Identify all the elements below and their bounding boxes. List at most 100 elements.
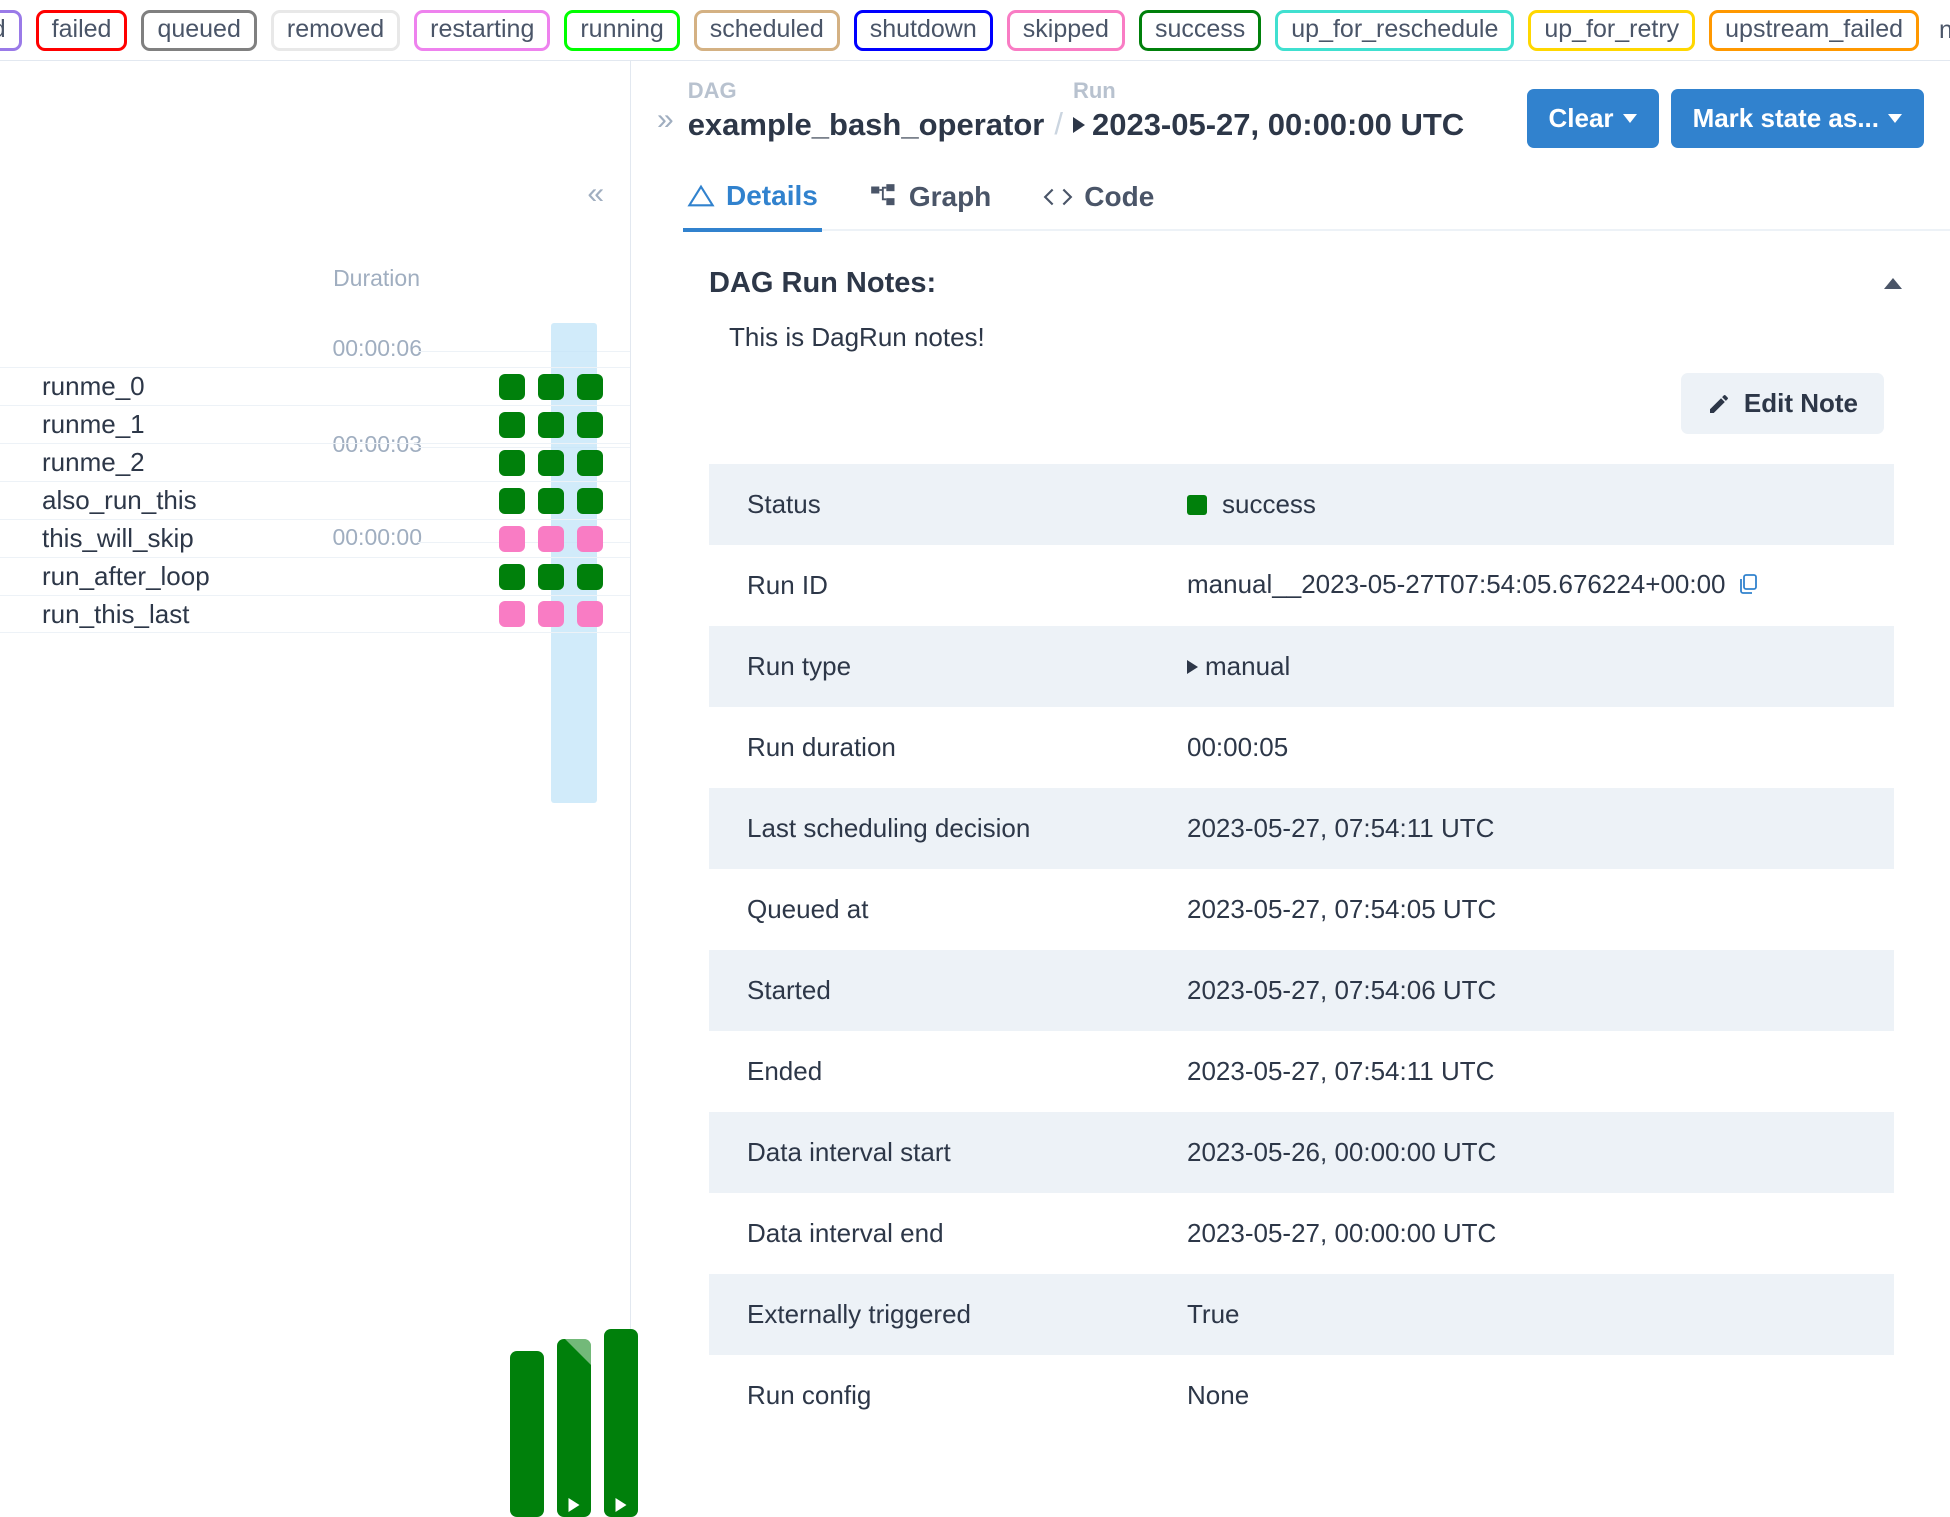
tab-details[interactable]: Details bbox=[683, 174, 822, 232]
dag-caption: DAG bbox=[687, 78, 737, 103]
details-value: 2023-05-27, 07:54:06 UTC bbox=[1187, 975, 1497, 1005]
tab-label: Code bbox=[1084, 180, 1155, 212]
task-instance-success[interactable] bbox=[538, 373, 564, 400]
chevron-up-icon[interactable] bbox=[1884, 278, 1902, 289]
details-row: Run type manual bbox=[709, 626, 1894, 707]
details-key: Last scheduling decision bbox=[747, 813, 1031, 843]
task-row[interactable]: runme_1 bbox=[0, 405, 630, 443]
legend-badge-failed[interactable]: failed bbox=[35, 9, 128, 51]
legend-badge-removed[interactable]: removed bbox=[270, 9, 401, 51]
details-row: Externally triggered True bbox=[709, 1274, 1894, 1355]
run-id-text: manual__2023-05-27T07:54:05.676224+00:00 bbox=[1187, 568, 1726, 599]
duration-bars bbox=[510, 1317, 638, 1517]
run-type-arrow-icon bbox=[1187, 660, 1198, 674]
legend-badge-upstream_failed[interactable]: upstream_failed bbox=[1709, 9, 1920, 51]
task-row[interactable]: also_run_this bbox=[0, 481, 630, 519]
task-instance-skipped[interactable] bbox=[538, 601, 564, 627]
details-row: Last scheduling decision 2023-05-27, 07:5… bbox=[709, 788, 1894, 869]
task-instance-success[interactable] bbox=[577, 449, 603, 476]
legend-badge-up_for_retry[interactable]: up_for_retry bbox=[1528, 9, 1696, 51]
mark-state-button-label: Mark state as... bbox=[1692, 103, 1879, 133]
tab-code[interactable]: Code bbox=[1039, 174, 1158, 229]
duration-bar-column[interactable] bbox=[604, 1317, 638, 1517]
details-value: 00:00:05 bbox=[1187, 732, 1289, 762]
duration-chart: Duration 00:00:06 00:00:03 00:00:00 bbox=[0, 83, 630, 550]
play-triangle-icon bbox=[568, 1498, 580, 1512]
notes-title: DAG Run Notes: bbox=[709, 267, 937, 299]
breadcrumb-dag[interactable]: DAG example_bash_operator bbox=[688, 77, 1045, 144]
details-row: Run config None bbox=[709, 1355, 1894, 1436]
play-triangle-icon bbox=[615, 1498, 627, 1512]
tab-label: Graph bbox=[908, 180, 992, 212]
details-value: success bbox=[1149, 464, 1894, 545]
legend-badge-deferred[interactable]: deferred bbox=[0, 9, 22, 51]
legend-badge-shutdown[interactable]: shutdown bbox=[853, 9, 993, 51]
notes-body: This is DagRun notes! bbox=[729, 322, 985, 352]
duration-bar[interactable] bbox=[557, 1338, 591, 1517]
task-instance-success[interactable] bbox=[538, 487, 564, 514]
task-instance-success[interactable] bbox=[499, 411, 525, 438]
legend-badge-scheduled[interactable]: scheduled bbox=[693, 9, 840, 51]
duration-bar[interactable] bbox=[510, 1351, 544, 1517]
task-instance-success[interactable] bbox=[499, 563, 525, 590]
dag-name: example_bash_operator bbox=[687, 106, 1045, 142]
legend-badge-restarting[interactable]: restarting bbox=[414, 9, 551, 51]
task-instance-success[interactable] bbox=[499, 487, 525, 514]
task-instance-success[interactable] bbox=[538, 449, 564, 476]
breadcrumb-run[interactable]: Run 2023-05-27, 00:00:00 UTC bbox=[1072, 77, 1464, 144]
legend-badge-running[interactable]: running bbox=[564, 9, 680, 51]
details-row: Queued at 2023-05-27, 07:54:05 UTC bbox=[709, 869, 1894, 950]
duration-bar-column[interactable] bbox=[510, 1317, 544, 1517]
run-caption: Run bbox=[1072, 78, 1116, 103]
grid-panel: « Duration 00:00:06 00:00:03 00:00:00 ru… bbox=[0, 61, 638, 1517]
task-instance-skipped[interactable] bbox=[499, 525, 525, 552]
task-row[interactable]: this_will_skip bbox=[0, 519, 630, 557]
task-instance-success[interactable] bbox=[538, 563, 564, 590]
duration-bar-column[interactable] bbox=[557, 1317, 591, 1517]
details-key: Queued at bbox=[747, 894, 869, 924]
run-type-arrow-icon bbox=[1072, 116, 1085, 133]
legend-badge-success[interactable]: success bbox=[1138, 9, 1262, 51]
task-instance-skipped[interactable] bbox=[577, 601, 603, 627]
task-instance-success[interactable] bbox=[499, 373, 525, 400]
details-key: Ended bbox=[747, 1056, 823, 1086]
edit-note-button[interactable]: Edit Note bbox=[1680, 373, 1884, 434]
task-instance-success[interactable] bbox=[577, 411, 603, 438]
task-instance-success[interactable] bbox=[577, 563, 603, 590]
task-row[interactable]: runme_0 bbox=[0, 367, 630, 405]
task-instance-success[interactable] bbox=[538, 411, 564, 438]
task-name: runme_1 bbox=[42, 409, 145, 439]
breadcrumb: DAG example_bash_operator / Run 2023-05-… bbox=[688, 77, 1513, 144]
task-instance-skipped[interactable] bbox=[499, 601, 525, 627]
task-row[interactable]: run_after_loop bbox=[0, 557, 630, 595]
tab-label: Details bbox=[726, 180, 818, 211]
legend-badge-skipped[interactable]: skipped bbox=[1006, 9, 1125, 51]
task-row[interactable]: run_this_last bbox=[0, 595, 630, 633]
axis-tick-0: 00:00:06 bbox=[332, 335, 422, 361]
details-key: Data interval start bbox=[747, 1137, 951, 1167]
breadcrumb-row: » DAG example_bash_operator / Run 2023-0… bbox=[657, 77, 1950, 148]
legend-badge-queued[interactable]: queued bbox=[141, 9, 257, 51]
clear-button[interactable]: Clear bbox=[1526, 89, 1659, 148]
details-key: Run config bbox=[747, 1380, 872, 1410]
duration-bar[interactable] bbox=[604, 1329, 638, 1517]
task-row[interactable]: runme_2 bbox=[0, 443, 630, 481]
legend-badge-no-status[interactable]: no_status bbox=[1933, 12, 1950, 49]
status-badge bbox=[1187, 495, 1207, 515]
task-instance-squares bbox=[499, 601, 630, 627]
task-list: runme_0 runme_1 runme_2 also_run_this this_w… bbox=[0, 367, 630, 633]
task-instance-skipped[interactable] bbox=[538, 525, 564, 552]
tab-graph[interactable]: Graph bbox=[866, 174, 995, 229]
task-instance-success[interactable] bbox=[577, 487, 603, 514]
legend-badge-up_for_reschedule[interactable]: up_for_reschedule bbox=[1275, 9, 1515, 51]
details-key: Run type bbox=[747, 651, 852, 681]
copy-icon[interactable] bbox=[1736, 572, 1760, 602]
details-value: 2023-05-27, 07:54:11 UTC bbox=[1187, 813, 1495, 843]
edit-note-row: Edit Note bbox=[657, 373, 1884, 434]
expand-sidebar-icon[interactable]: » bbox=[657, 105, 674, 135]
mark-state-button[interactable]: Mark state as... bbox=[1670, 89, 1924, 148]
header-actions: Clear Mark state as... bbox=[1526, 89, 1924, 148]
task-instance-skipped[interactable] bbox=[577, 525, 603, 552]
task-instance-success[interactable] bbox=[577, 373, 603, 400]
task-instance-success[interactable] bbox=[499, 449, 525, 476]
